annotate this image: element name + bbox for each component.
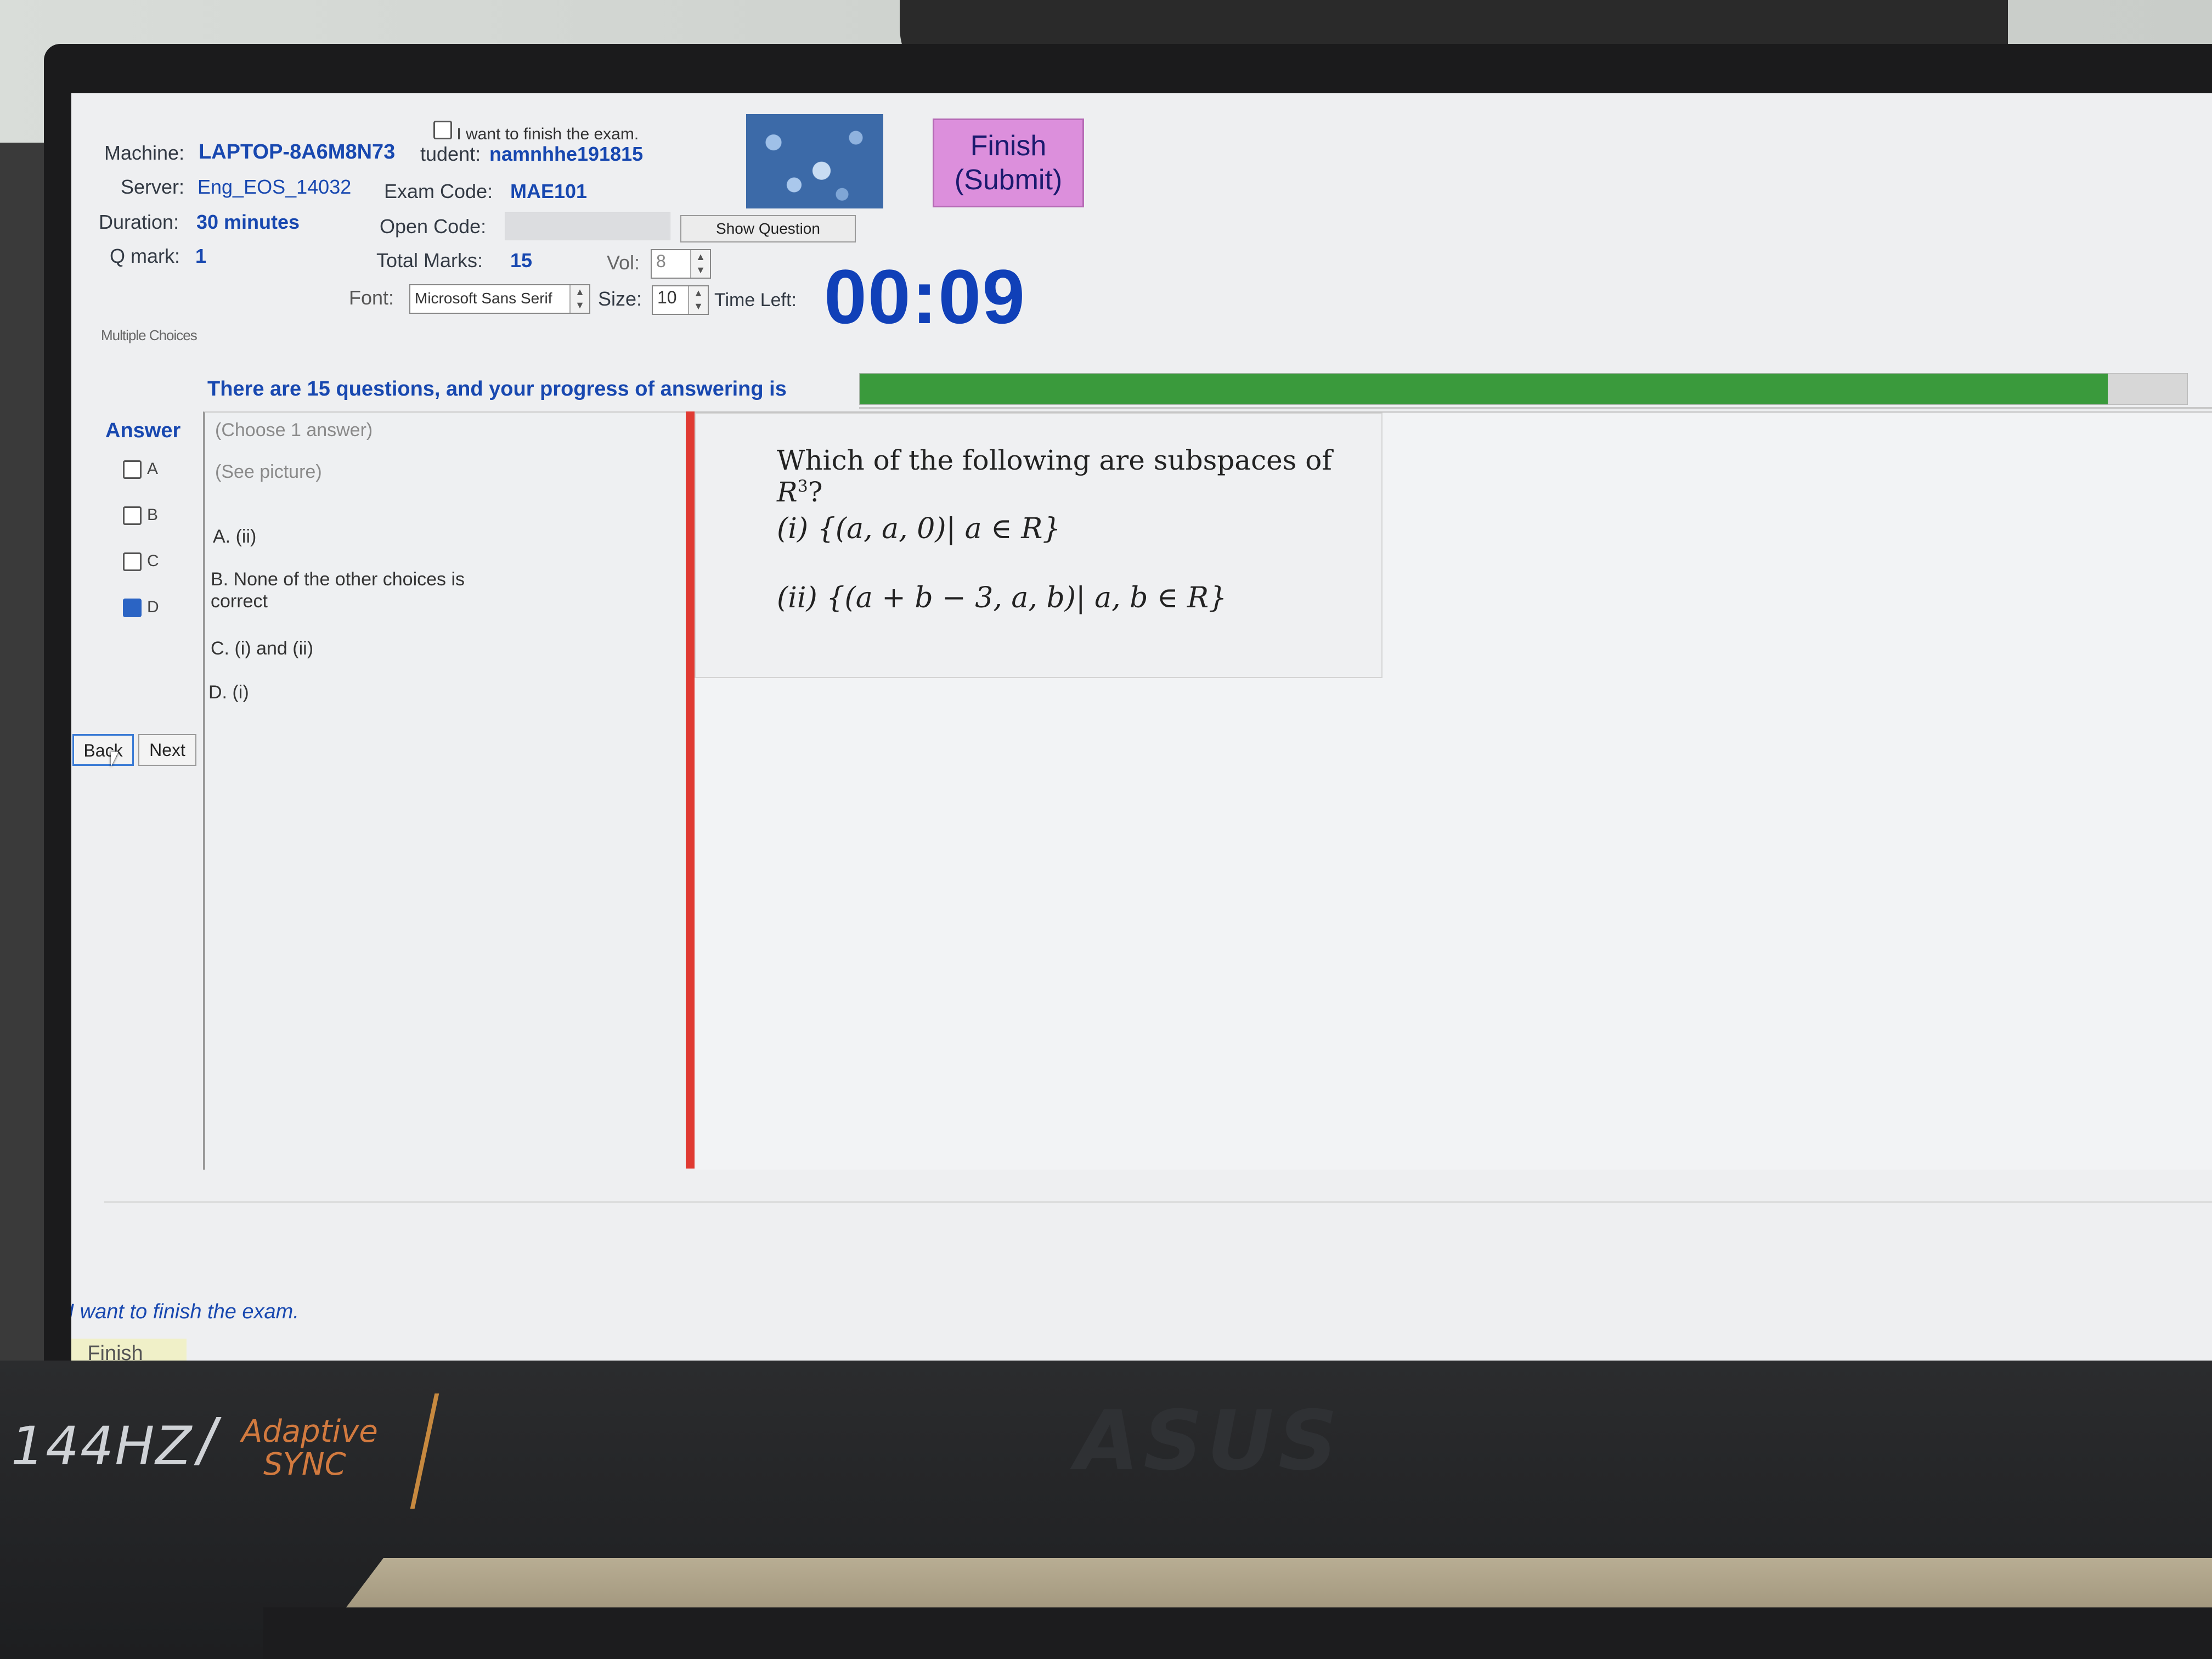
answer-checkbox-b[interactable] bbox=[123, 506, 142, 526]
adaptive-sync-badge: Adaptive SYNC bbox=[241, 1415, 378, 1481]
asus-logo: ASUS bbox=[1075, 1393, 1342, 1489]
question-item-ii: (ii) {(a + b − 3, a, b)| a, b ∈ R} bbox=[777, 582, 1227, 614]
choice-a: A. (ii) bbox=[213, 526, 257, 547]
spinner-arrows-icon[interactable]: ▲ ▼ bbox=[690, 250, 710, 278]
vol-label: Vol: bbox=[607, 251, 640, 274]
question-item-i: (i) {(a, a, 0)| a ∈ R} bbox=[777, 512, 1061, 545]
question-prompt-sup: 3 bbox=[797, 477, 808, 496]
header-decorative-image bbox=[746, 114, 883, 208]
footer-divider bbox=[104, 1201, 2212, 1203]
spinner-arrows-icon[interactable]: ▲ ▼ bbox=[569, 285, 589, 313]
size-label: Size: bbox=[598, 287, 642, 310]
question-prompt: Which of the following are subspaces of … bbox=[777, 444, 1381, 508]
progress-bar-fill bbox=[860, 374, 2108, 404]
finish-exam-checkbox-bottom[interactable]: I want to finish the exam. bbox=[71, 1300, 299, 1324]
exam-code-label: Exam Code: bbox=[384, 180, 493, 202]
answer-option-label: B bbox=[147, 506, 159, 524]
font-selector[interactable]: Microsoft Sans Serif ▲ ▼ bbox=[409, 284, 590, 314]
section-label: Multiple Choices bbox=[101, 327, 198, 343]
exam-code-value: MAE101 bbox=[510, 180, 588, 202]
choice-d: D. (i) bbox=[208, 682, 249, 703]
duration-label: Duration: bbox=[99, 211, 179, 233]
finish-exam-checkbox-top-box[interactable] bbox=[433, 121, 452, 139]
total-marks-value: 15 bbox=[510, 249, 533, 272]
choice-c: C. (i) and (ii) bbox=[211, 638, 314, 659]
answer-option-b[interactable]: B bbox=[123, 506, 159, 526]
answer-checkbox-c[interactable] bbox=[123, 552, 142, 572]
answer-option-label: C bbox=[147, 552, 159, 570]
mouse-cursor-icon bbox=[111, 752, 119, 767]
vol-value: 8 bbox=[656, 251, 666, 271]
font-label: Font: bbox=[349, 286, 394, 309]
answer-checkbox-d[interactable] bbox=[123, 599, 142, 618]
finish-exam-checkbox-bottom-label: I want to finish the exam. bbox=[71, 1300, 299, 1323]
progress-text: There are 15 questions, and your progres… bbox=[207, 377, 787, 400]
spinner-arrows-icon[interactable]: ▲ ▼ bbox=[688, 286, 708, 314]
choice-b: B. None of the other choices is correct bbox=[211, 569, 465, 612]
answer-option-c[interactable]: C bbox=[123, 552, 159, 572]
panel-splitter[interactable] bbox=[686, 411, 695, 1169]
desk-shadow bbox=[263, 1607, 2212, 1659]
question-prompt-end: ? bbox=[808, 476, 823, 508]
server-value: Eng_EOS_14032 bbox=[198, 176, 352, 198]
machine-value: LAPTOP-8A6M8N73 bbox=[199, 140, 396, 163]
time-left-value: 00:09 bbox=[824, 253, 1026, 340]
answer-option-a[interactable]: A bbox=[123, 460, 158, 479]
question-prompt-text: Which of the following are subspaces of bbox=[777, 444, 1332, 476]
answer-option-label: A bbox=[147, 460, 159, 478]
finish-exam-checkbox-top-label: I want to finish the exam. bbox=[456, 125, 639, 143]
server-label: Server: bbox=[121, 176, 185, 198]
finish-exam-checkbox-top[interactable]: I want to finish the exam. bbox=[433, 121, 639, 144]
refresh-rate-badge: 144HZ bbox=[11, 1415, 193, 1477]
sync-text: SYNC bbox=[263, 1447, 346, 1482]
duration-value: 30 minutes bbox=[196, 211, 300, 233]
time-left-label: Time Left: bbox=[714, 290, 797, 311]
adaptive-text: Adaptive bbox=[241, 1414, 378, 1449]
see-picture-note: (See picture) bbox=[215, 461, 322, 482]
vol-spinner[interactable]: 8 ▲ ▼ bbox=[651, 249, 711, 279]
answer-checkbox-a[interactable] bbox=[123, 460, 142, 479]
progress-bar bbox=[859, 373, 2188, 405]
choices-panel: (Choose 1 answer) (See picture) A. (ii) … bbox=[203, 411, 719, 1170]
size-value: 10 bbox=[657, 287, 677, 307]
open-code-input[interactable] bbox=[505, 212, 670, 240]
q-mark-label: Q mark: bbox=[110, 245, 180, 267]
student-value: namnhhe191815 bbox=[489, 143, 644, 165]
choose-instruction: (Choose 1 answer) bbox=[215, 420, 373, 441]
answer-option-d[interactable]: D bbox=[123, 598, 159, 618]
size-spinner[interactable]: 10 ▲ ▼ bbox=[652, 285, 709, 315]
back-button[interactable]: Back bbox=[72, 734, 134, 766]
exam-client-window: I want to finish the exam. Machine: LAPT… bbox=[71, 93, 2212, 1372]
question-image: Which of the following are subspaces of … bbox=[695, 413, 1383, 678]
machine-label: Machine: bbox=[104, 142, 185, 164]
badge-slash: / bbox=[198, 1406, 216, 1479]
q-mark-value: 1 bbox=[195, 245, 207, 267]
student-label: tudent: bbox=[420, 143, 481, 165]
answer-heading: Answer bbox=[105, 419, 181, 442]
finish-submit-button[interactable]: Finish (Submit) bbox=[933, 119, 1084, 207]
divider bbox=[859, 407, 2212, 409]
show-question-button[interactable]: Show Question bbox=[680, 215, 856, 242]
answer-option-label: D bbox=[147, 598, 159, 616]
open-code-label: Open Code: bbox=[380, 215, 487, 238]
next-button[interactable]: Next bbox=[138, 734, 196, 766]
font-value: Microsoft Sans Serif bbox=[415, 290, 552, 307]
question-prompt-var: R bbox=[777, 476, 798, 508]
total-marks-label: Total Marks: bbox=[376, 249, 483, 272]
question-area: Which of the following are subspaces of … bbox=[695, 411, 2212, 1170]
